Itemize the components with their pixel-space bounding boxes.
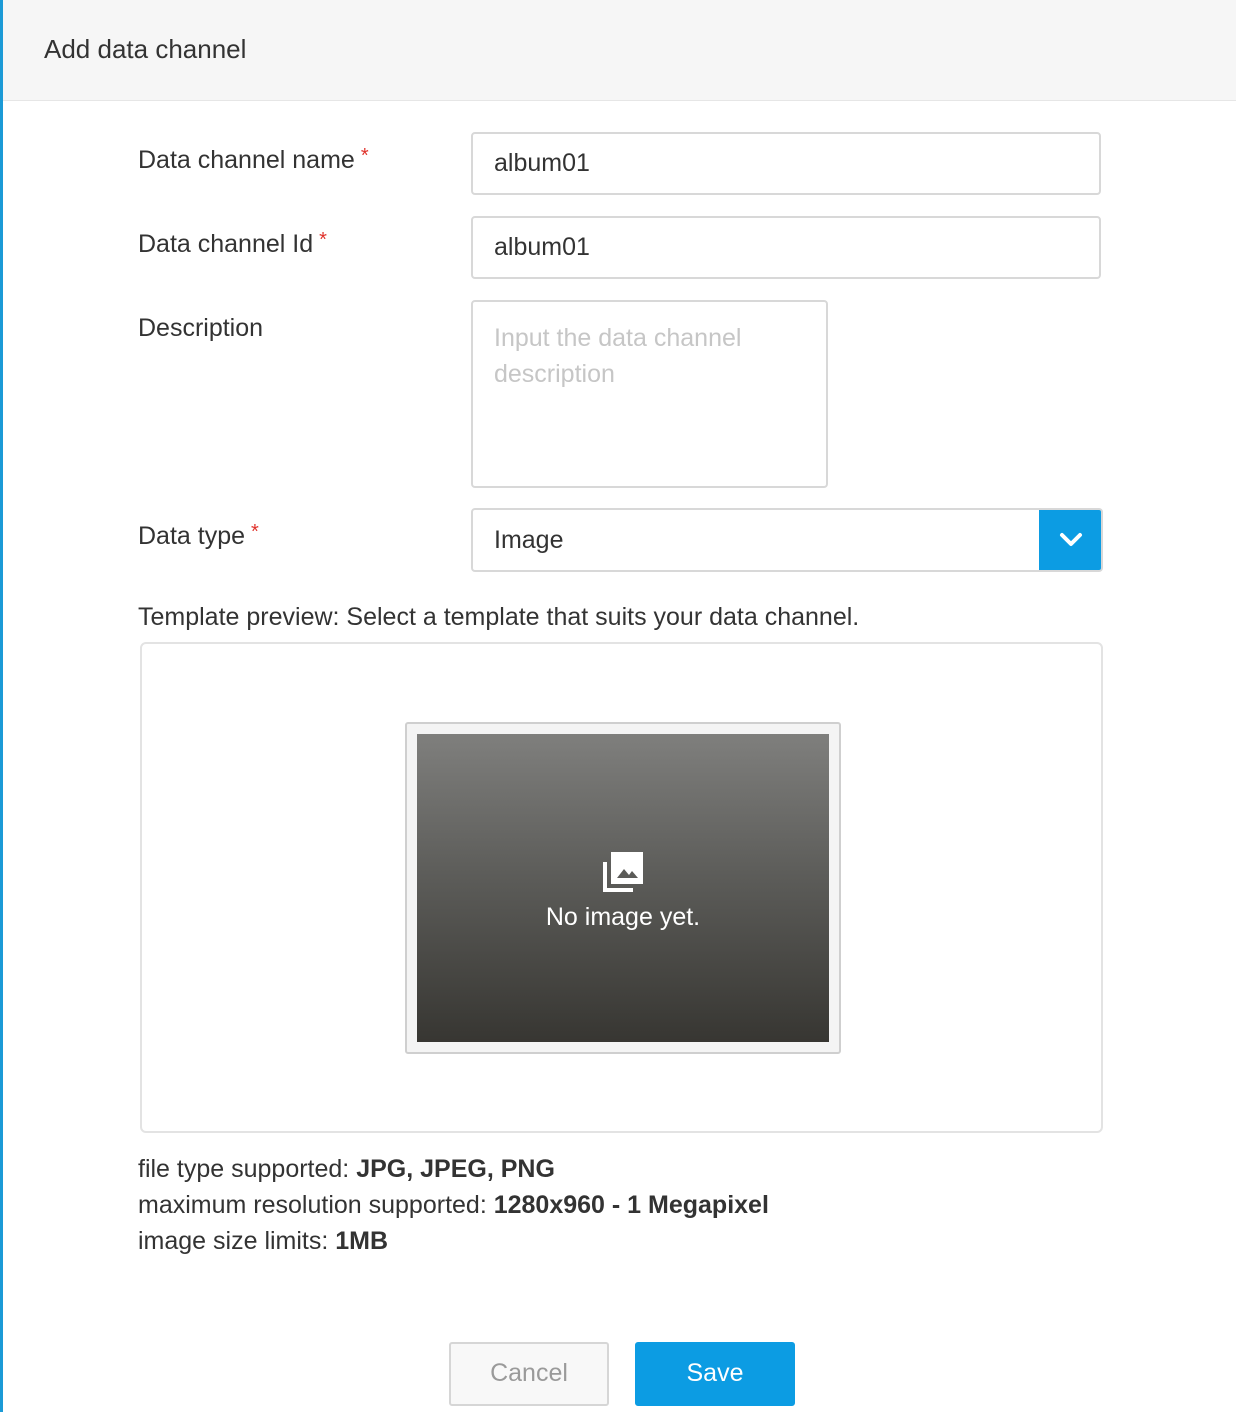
channel-id-label: Data channel Id * — [138, 228, 327, 260]
channel-name-label-text: Data channel name — [138, 146, 355, 174]
data-type-dropdown-button[interactable] — [1039, 510, 1101, 570]
dialog-header: Add data channel — [3, 0, 1236, 101]
image-template-card[interactable]: No image yet. — [405, 722, 841, 1054]
template-preview-label: Template preview: Select a template that… — [138, 603, 860, 631]
file-type-value: JPG, JPEG, PNG — [356, 1155, 555, 1183]
add-data-channel-dialog: Add data channel Data channel name * albu… — [0, 0, 1236, 1412]
image-placeholder: No image yet. — [417, 734, 829, 1042]
dialog-title: Add data channel — [44, 34, 247, 64]
size-limit-value: 1MB — [335, 1227, 389, 1255]
resolution-label: maximum resolution supported: — [138, 1191, 494, 1219]
required-marker: * — [319, 229, 327, 251]
channel-id-input[interactable]: album01 — [471, 216, 1101, 279]
channel-name-input[interactable]: album01 — [471, 132, 1101, 195]
chevron-down-icon — [1060, 533, 1082, 546]
size-limit-info: image size limits: 1MB — [138, 1224, 388, 1258]
data-type-label: Data type * — [138, 520, 259, 552]
data-type-select[interactable]: Image — [471, 508, 1103, 572]
required-marker: * — [251, 521, 259, 543]
resolution-value: 1280x960 - 1 Megapixel — [493, 1191, 769, 1219]
data-type-selected-value: Image — [494, 526, 564, 554]
file-type-label: file type supported: — [138, 1155, 357, 1183]
channel-name-label: Data channel name * — [138, 144, 369, 176]
cancel-button[interactable]: Cancel — [449, 1342, 609, 1406]
photo-library-icon — [603, 852, 643, 892]
description-label: Description — [138, 314, 264, 342]
channel-id-label-text: Data channel Id — [138, 230, 314, 258]
description-textarea[interactable]: Input the data channel description — [471, 300, 828, 488]
no-image-text: No image yet. — [545, 903, 701, 931]
resolution-info: maximum resolution supported: 1280x960 -… — [138, 1188, 769, 1222]
save-button[interactable]: Save — [635, 1342, 795, 1406]
data-type-label-text: Data type — [138, 522, 246, 550]
size-limit-label: image size limits: — [138, 1227, 336, 1255]
required-marker: * — [360, 145, 369, 167]
file-type-info: file type supported: JPG, JPEG, PNG — [138, 1152, 555, 1186]
